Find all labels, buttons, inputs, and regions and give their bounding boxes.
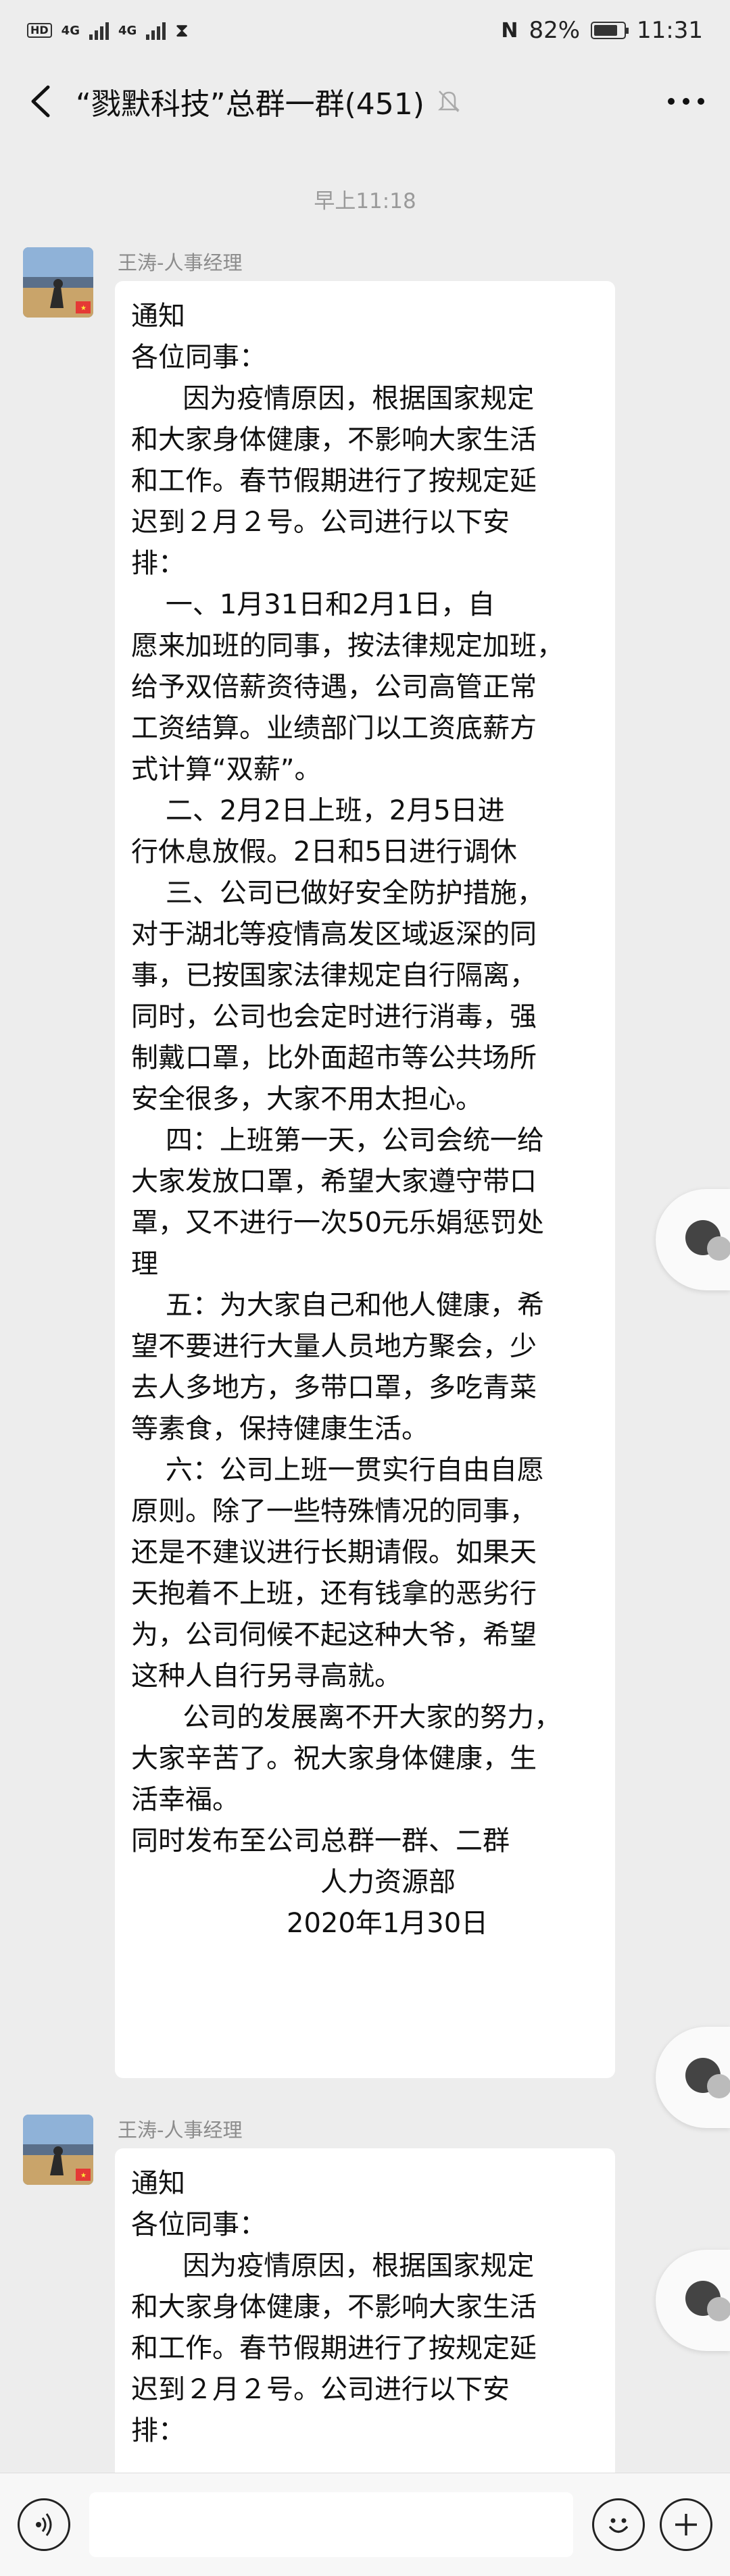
message-text-line: 望不要进行大量人员地方聚会，少 <box>131 1331 537 1362</box>
nfc-icon: N <box>501 18 518 43</box>
svg-text:★: ★ <box>80 2172 87 2179</box>
avatar <box>707 1236 730 1261</box>
message-text-line: 天抱着不上班，还有钱拿的恶劣行 <box>131 1578 537 1609</box>
message-text-line: 各位同事： <box>131 342 266 373</box>
message-text-line: 活幸福。 <box>131 1784 239 1815</box>
status-bar: HD 4G 4G ⧗ N 82% 11:31 <box>0 0 730 61</box>
sign-department: 人力资源部 <box>320 1867 456 1898</box>
sender-name: 王涛-人事经理 <box>118 251 243 274</box>
message-text-line: 和工作。春节假期进行了按规定延 <box>131 465 537 497</box>
message-text-line: 原则。除了一些特殊情况的同事， <box>131 1496 537 1527</box>
message-text-line: 式计算“双薪”。 <box>131 754 322 785</box>
message-text-line: 等素食，保持健康生活。 <box>131 1413 429 1444</box>
voice-icon[interactable] <box>18 2498 70 2551</box>
message-bubble[interactable]: 通知各位同事： 因为疫情原因，根据国家规定 和大家身体健康，不影响大家生活 和工作。… <box>115 2148 615 2527</box>
message-bubble[interactable]: 通知各位同事： 因为疫情原因，根据国家规定 和大家身体健康，不影响大家生活 和工作。… <box>115 281 615 2078</box>
emoji-icon[interactable] <box>592 2498 645 2551</box>
avatar[interactable]: ★ <box>23 2115 93 2185</box>
message-text-line: 迟到２月２号。公司进行以下安 <box>131 2374 510 2405</box>
plus-icon[interactable] <box>660 2498 712 2551</box>
message-text-line: 这种人自行另寻高就。 <box>131 1661 402 1692</box>
message-text-line: 行休息放假。2日和5日进行调休 <box>131 836 517 867</box>
message-text-line: 六：公司上班一贯实行自由自愿 <box>131 1455 544 1486</box>
signal-icon-2 <box>146 21 166 40</box>
message-text-line: 和工作。春节假期进行了按规定延 <box>131 2333 537 2364</box>
message-text-line: 为，公司伺候不起这种大爷，希望 <box>131 1619 537 1650</box>
avatar <box>707 2297 730 2321</box>
status-bar-left: HD 4G 4G ⧗ <box>27 19 189 42</box>
chat-input-bar <box>0 2473 730 2576</box>
battery-percent: 82% <box>529 17 581 44</box>
message-text-line: 通知 <box>131 301 185 332</box>
message-text-line: 大家辛苦了。祝大家身体健康，生 <box>131 1743 537 1774</box>
floating-avatar-bubble[interactable] <box>656 1189 730 1290</box>
status-bar-right: N 82% 11:31 <box>501 17 703 44</box>
message-text-line: 排： <box>131 2415 185 2446</box>
signal-icon <box>89 21 109 40</box>
message-text-line: 各位同事： <box>131 2209 266 2240</box>
battery-icon <box>591 22 629 39</box>
message-text-line: 和大家身体健康，不影响大家生活 <box>131 2292 537 2323</box>
message-text-line: 排： <box>131 548 185 579</box>
message-text-line: 三、公司已做好安全防护措施， <box>131 878 544 909</box>
svg-text:★: ★ <box>80 305 87 312</box>
message-text-line: 还是不建议进行长期请假。如果天 <box>131 1537 537 1568</box>
message-text-line: 迟到２月２号。公司进行以下安 <box>131 507 510 538</box>
floating-avatar-bubble[interactable] <box>656 2027 730 2128</box>
message-text-line: 因为疫情原因，根据国家规定 <box>131 2250 535 2281</box>
network-type-label-2: 4G <box>118 23 137 38</box>
clock: 11:31 <box>637 17 703 44</box>
back-arrow-icon[interactable] <box>20 81 61 122</box>
hourglass-icon: ⧗ <box>175 19 189 41</box>
chat-title: “戮默科技”总群一群(451) <box>76 87 424 122</box>
message-text-line: 一、1月31日和2月1日，自 <box>131 589 495 620</box>
message-text-line: 去人多地方，多带口罩，多吃青菜 <box>131 1372 537 1403</box>
sign-date: 2020年1月30日 <box>287 1908 489 1939</box>
floating-avatar-bubble[interactable] <box>656 2250 730 2351</box>
message-text-line: 公司的发展离不开大家的努力， <box>131 1702 562 1733</box>
message-text-line: 同时发布至公司总群一群、二群 <box>131 1825 510 1857</box>
avatar <box>707 2074 730 2098</box>
message-text-line: 给予双倍薪资待遇，公司高管正常 <box>131 672 537 703</box>
message-text-line: 同时，公司也会定时进行消毒，强 <box>131 1001 537 1032</box>
message-text-line: 二、2月2日上班，2月5日进 <box>131 795 505 826</box>
more-dots-icon[interactable] <box>662 81 710 122</box>
message-text-line: 四：上班第一天，公司会统一给 <box>131 1125 544 1156</box>
message-text-line: 制戴口罩，比外面超市等公共场所 <box>131 1042 537 1074</box>
message-text-line: 理 <box>131 1248 158 1280</box>
network-type-label: 4G <box>61 23 80 38</box>
message-text-line: 因为疫情原因，根据国家规定 <box>131 383 535 414</box>
message-text-line: 五：为大家自己和他人健康，希 <box>131 1290 544 1321</box>
message-text-line: 工资结算。业绩部门以工资底薪方 <box>131 713 537 744</box>
message-text-line: 通知 <box>131 2168 185 2199</box>
message-text-line: 和大家身体健康，不影响大家生活 <box>131 424 537 455</box>
avatar[interactable]: ★ <box>23 247 93 318</box>
bell-mute-icon <box>435 88 462 115</box>
message-text-line: 罩，又不进行一次50元乐娟惩罚处 <box>131 1207 544 1238</box>
message-text-line: 愿来加班的同事，按法律规定加班， <box>131 630 564 661</box>
message-text-line: 事，已按国家法律规定自行隔离， <box>131 960 537 991</box>
sender-name: 王涛-人事经理 <box>118 2119 243 2142</box>
message-text-line: 对于湖北等疫情高发区域返深的同 <box>131 919 537 950</box>
message-text-line: 大家发放口罩，希望大家遵守带口 <box>131 1166 537 1197</box>
chat-header: “戮默科技”总群一群(451) <box>0 61 730 142</box>
message-input[interactable] <box>89 2492 573 2557</box>
message-time-label: 早上11:18 <box>314 189 416 213</box>
hd-badge: HD <box>27 23 52 38</box>
message-text-line: 安全很多，大家不用太担心。 <box>131 1084 483 1115</box>
